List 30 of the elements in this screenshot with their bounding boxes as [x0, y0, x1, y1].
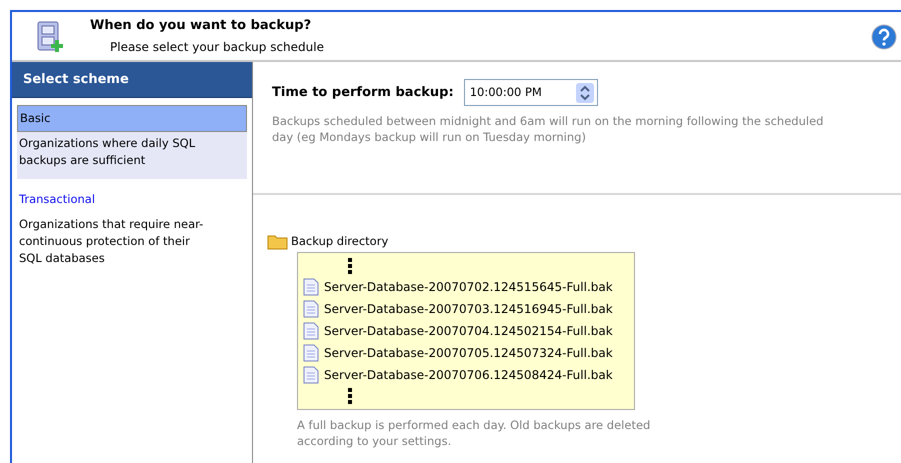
file-icon — [303, 278, 319, 296]
folder-icon — [267, 234, 289, 250]
dialog-subtitle: Please select your backup schedule — [110, 38, 324, 56]
time-label: Time to perform backup: — [272, 84, 454, 102]
help-icon[interactable] — [871, 24, 897, 50]
cabinet-add-icon — [35, 20, 65, 54]
file-icon — [303, 344, 319, 362]
scheme-name: Basic — [17, 105, 247, 132]
scheme-description: Organizations where daily SQL backups are sufficient — [18, 135, 196, 170]
directory-label: Backup directory — [291, 233, 388, 250]
time-field[interactable]: 10:00:00 PM — [464, 79, 598, 106]
file-name: Server-Database-20070702.124515645-Full.bak — [324, 279, 613, 296]
directory-note: A full backup is performed each day. Old backups are deleted according to your settings. — [297, 417, 652, 450]
time-note: Backups scheduled between midnight and 6am will run on the morning following the scheduled day (eg Mondays backup will run on Tuesday morning) — [272, 113, 824, 145]
dialog-title: When do you want to backup? — [90, 17, 312, 35]
file-name: Server-Database-20070703.124516945-Full.bak — [324, 301, 613, 318]
scheme-option[interactable]: Transactional Organizations that require near-continuous protection of their SQL databases — [17, 187, 247, 276]
file-name: Server-Database-20070704.124502154-Full.bak — [324, 323, 613, 340]
scheme-description: Organizations that require near-continuous protection of their SQL databases — [18, 216, 204, 266]
sidebar-header: Select scheme — [12, 62, 252, 98]
ellipsis-icon — [348, 388, 352, 404]
spinner-icon[interactable] — [576, 82, 594, 102]
file-name: Server-Database-20070705.124507324-Full.bak — [324, 345, 613, 362]
file-icon — [303, 300, 319, 318]
scheme-name: Transactional — [18, 191, 96, 208]
ellipsis-icon — [348, 258, 352, 274]
scheme-option[interactable]: Basic Organizations where daily SQL backups are sufficient — [17, 105, 247, 180]
file-name: Server-Database-20070706.124508424-Full.bak — [324, 367, 613, 384]
file-icon — [303, 322, 319, 340]
file-icon — [303, 366, 319, 384]
